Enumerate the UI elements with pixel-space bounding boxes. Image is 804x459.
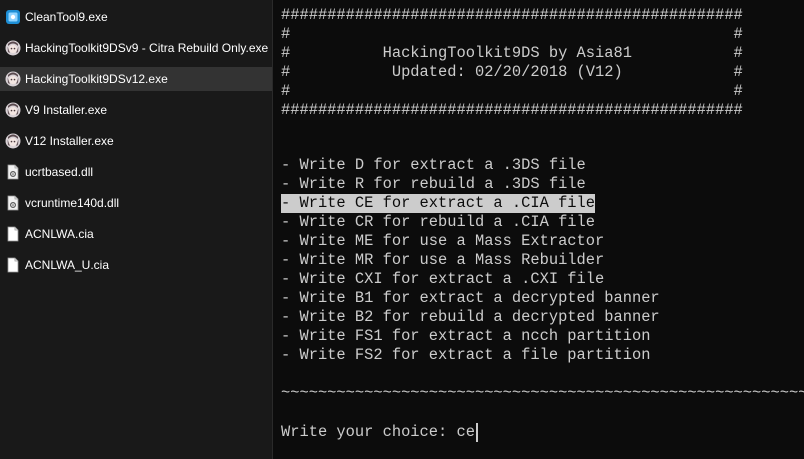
banner-updated: # Updated: 02/20/2018 (V12) # [281,63,743,81]
menu-option-r: - Write R for rebuild a .3DS file [281,175,586,193]
file-name-label: HackingToolkit9DSv9 - Citra Rebuild Only… [25,41,269,55]
file-list-item[interactable]: CleanTool9.exe [0,5,272,29]
separator-line: ~~~~~~~~~~~~~~~~~~~~~~~~~~~~~~~~~~~~~~~~… [281,384,804,402]
file-name-label: CleanTool9.exe [25,10,108,24]
menu-option-d: - Write D for extract a .3DS file [281,156,586,174]
toolkit-app-icon [5,40,21,56]
menu-option-ce: - Write CE for extract a .CIA file [281,194,596,213]
screen: CleanTool9.exe HackingToolkit9DSv9 - Citr… [0,0,804,459]
file-list-item[interactable]: HackingToolkit9DSv9 - Citra Rebuild Only… [0,36,272,60]
file-list-item[interactable]: ACNLWA_U.cia [0,253,272,277]
banner-line-blank: # # [281,25,743,43]
banner-title: # HackingToolkit9DS by Asia81 # [281,44,743,62]
file-name-label: ACNLWA_U.cia [25,258,110,272]
file-name-label: V9 Installer.exe [25,103,108,117]
file-name-label: ACNLWA.cia [25,227,94,241]
cleantool-app-icon [5,9,21,25]
file-list-item[interactable]: V9 Installer.exe [0,98,272,122]
toolkit-app-icon [5,133,21,149]
file-list-item[interactable]: ACNLWA.cia [0,222,272,246]
choice-input[interactable]: ce [456,423,474,441]
text-cursor [476,423,478,442]
file-list-panel: CleanTool9.exe HackingToolkit9DSv9 - Citr… [0,0,272,459]
document-file-icon [5,257,21,273]
console-window[interactable]: ########################################… [273,0,804,459]
file-list-item[interactable]: vcruntime140d.dll [0,191,272,215]
menu-option-me: - Write ME for use a Mass Extractor [281,232,605,250]
dll-file-icon [5,164,21,180]
menu-option-cr: - Write CR for rebuild a .CIA file [281,213,596,231]
file-list-item[interactable]: ucrtbased.dll [0,160,272,184]
prompt-label: Write your choice: [281,423,457,441]
document-file-icon [5,226,21,242]
menu-option-cxi: - Write CXI for extract a .CXI file [281,270,605,288]
file-name-label: HackingToolkit9DSv12.exe [25,72,168,86]
file-name-label: V12 Installer.exe [25,134,114,148]
file-name-label: vcruntime140d.dll [25,196,120,210]
menu-option-fs1: - Write FS1 for extract a ncch partition [281,327,651,345]
toolkit-app-icon [5,102,21,118]
menu-option-fs2: - Write FS2 for extract a file partition [281,346,651,364]
menu-option-b2: - Write B2 for rebuild a decrypted banne… [281,308,660,326]
file-list-item[interactable]: HackingToolkit9DSv12.exe [0,67,272,91]
menu-option-b1: - Write B1 for extract a decrypted banne… [281,289,660,307]
banner-border-top: ########################################… [281,6,743,24]
prompt-line[interactable]: Write your choice: ce [281,423,475,442]
banner-border-bottom: ########################################… [281,101,743,119]
menu-option-mr: - Write MR for use a Mass Rebuilder [281,251,605,269]
dll-file-icon [5,195,21,211]
banner-line-blank: # # [281,82,743,100]
toolkit-app-icon [5,71,21,87]
file-name-label: ucrtbased.dll [25,165,94,179]
file-list-item[interactable]: V12 Installer.exe [0,129,272,153]
